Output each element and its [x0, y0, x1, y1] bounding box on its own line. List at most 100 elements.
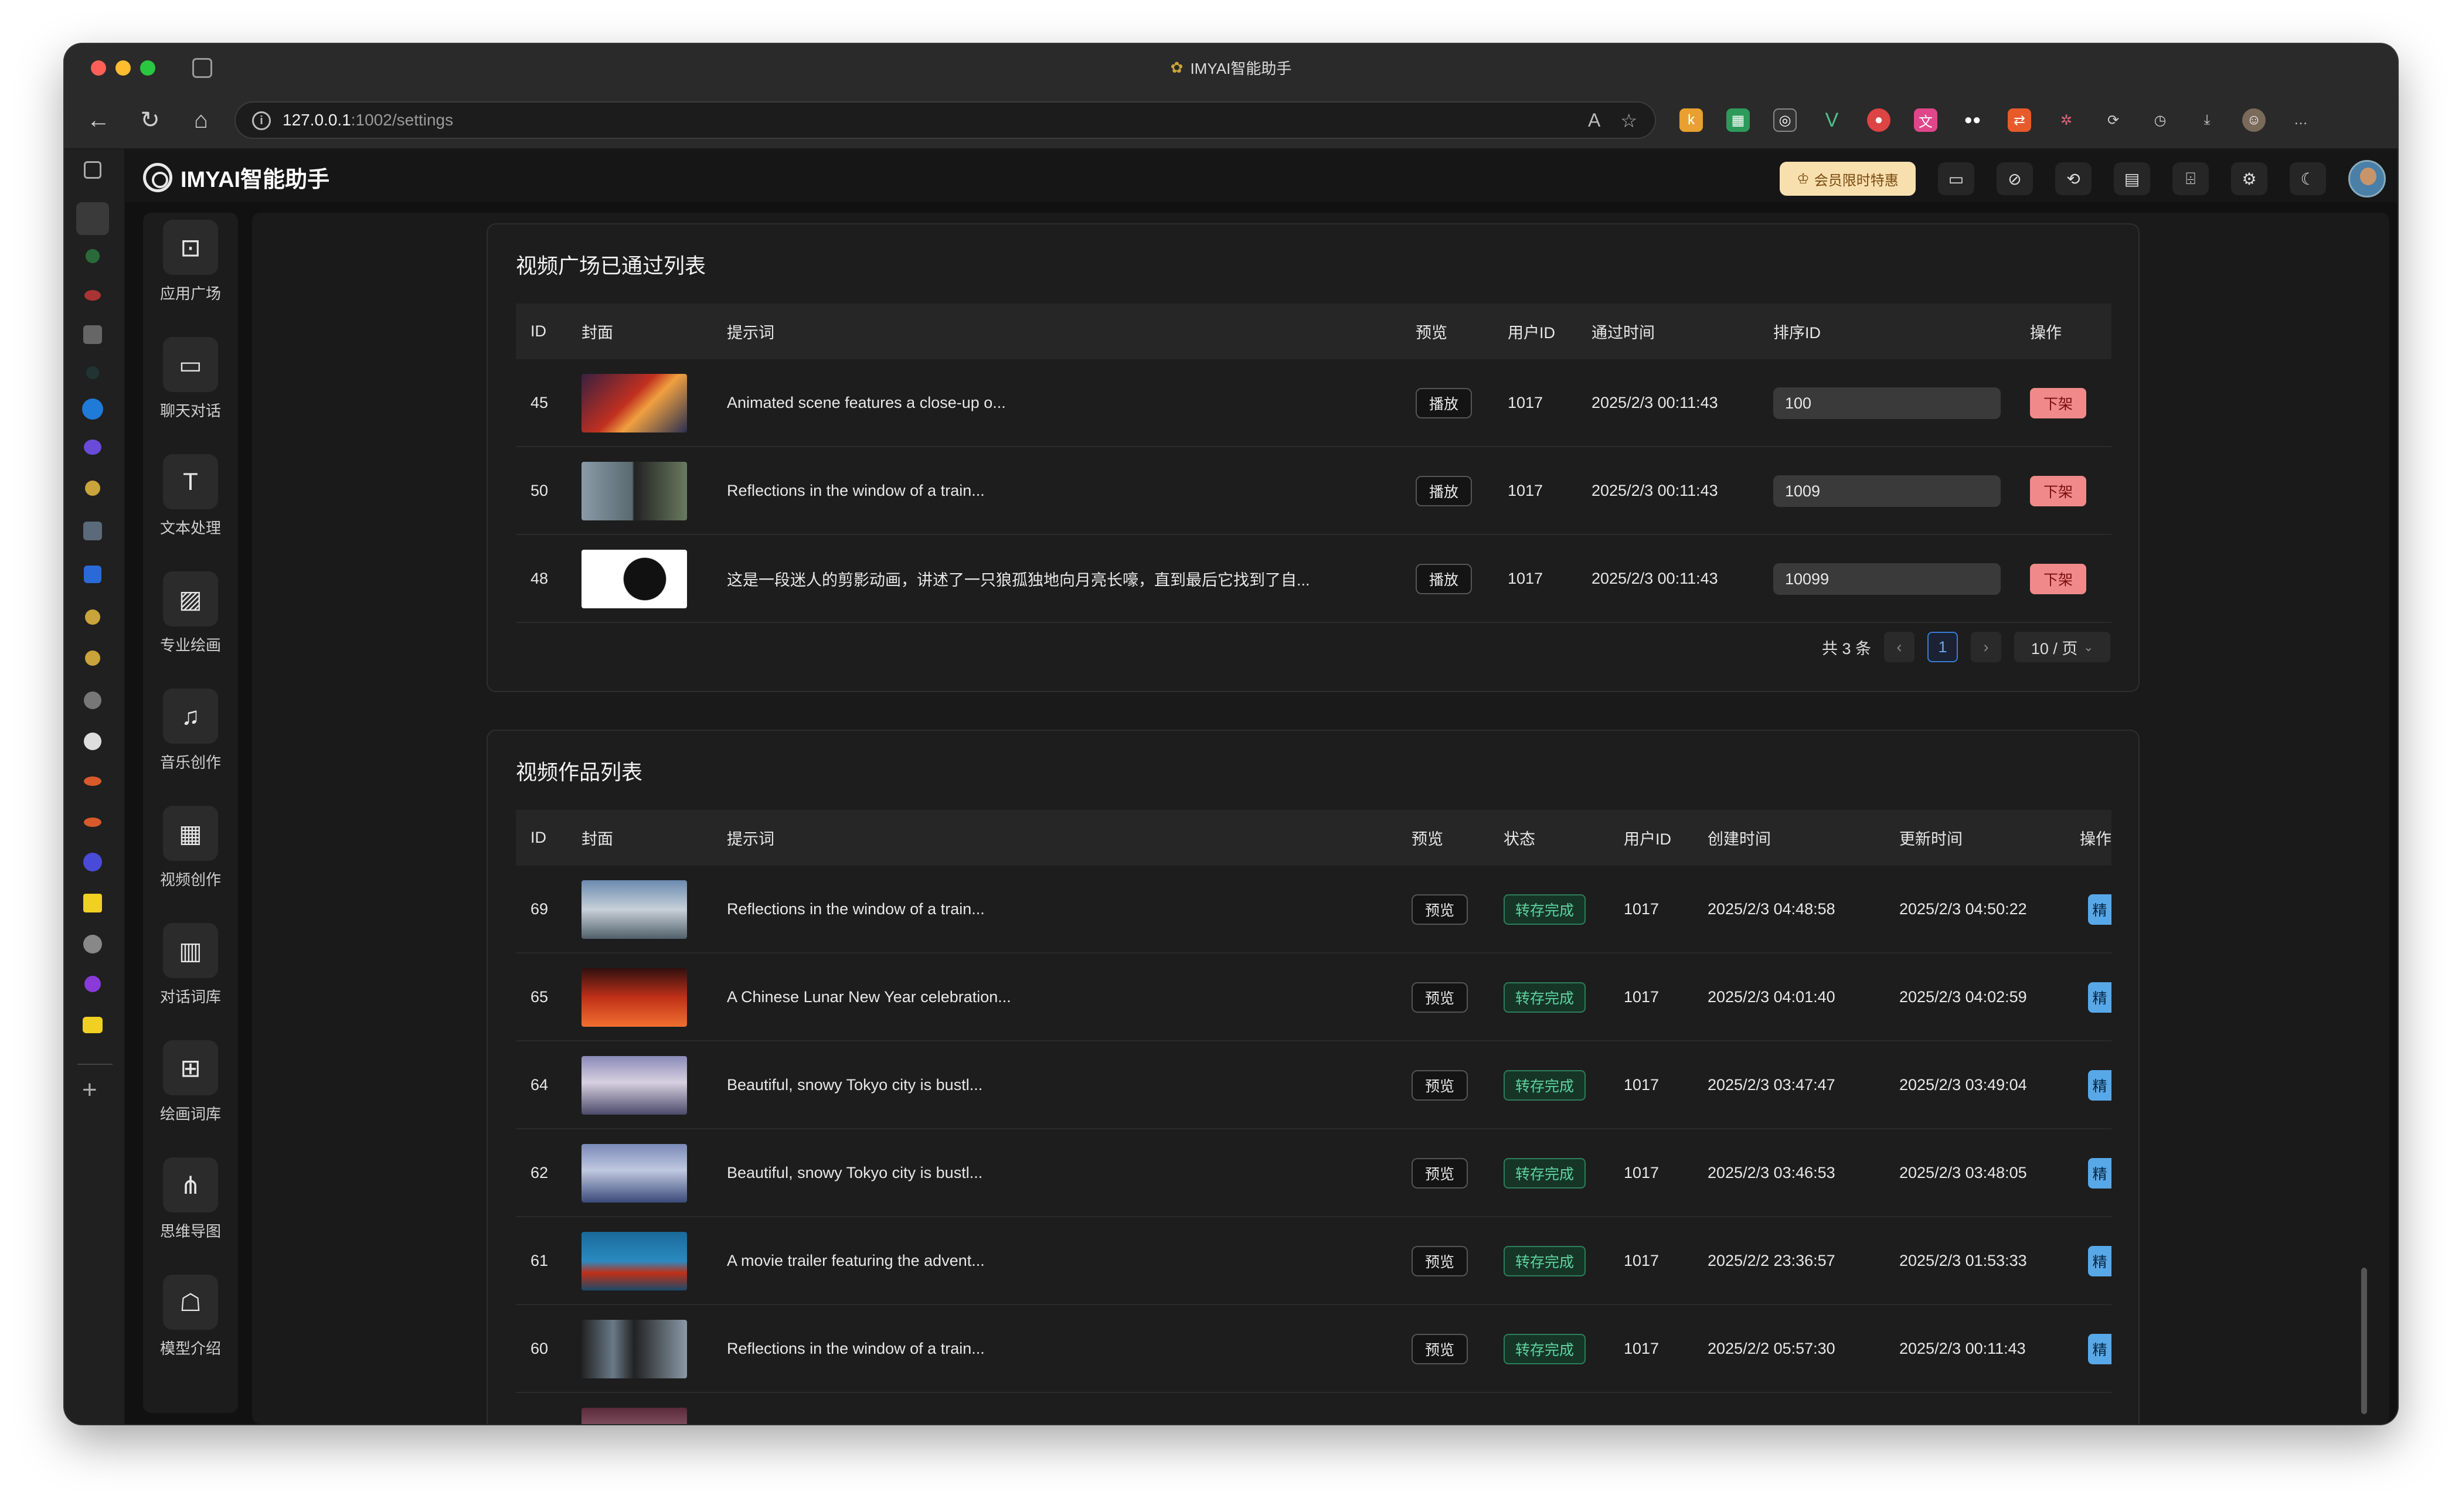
sidebar-app-icon[interactable] — [84, 777, 101, 786]
sidebar-app-icon[interactable] — [83, 853, 102, 871]
preview-button[interactable]: 预览 — [1412, 1158, 1468, 1189]
nav-item[interactable]: ▨ 专业绘画 — [143, 571, 238, 665]
video-cover-thumbnail[interactable] — [582, 968, 687, 1027]
unpublish-button[interactable]: 下架 — [2030, 564, 2086, 594]
sidebar-app-icon[interactable] — [82, 399, 103, 420]
reload-icon[interactable]: ↻ — [134, 104, 166, 137]
sidebar-app-icon[interactable] — [85, 481, 100, 496]
sidebar-app-icon[interactable] — [83, 935, 102, 953]
address-bar[interactable]: i 127.0.0.1:1002/settings A ☆ — [234, 101, 1656, 139]
clipboard-icon[interactable]: ▤ — [2114, 162, 2150, 195]
video-cover-thumbnail[interactable] — [582, 880, 687, 939]
next-page-button[interactable]: › — [1971, 632, 2001, 662]
video-cover-thumbnail[interactable] — [582, 550, 687, 608]
history-icon[interactable]: ◷ — [2148, 108, 2172, 132]
sidebar-active-app-icon[interactable] — [76, 202, 109, 235]
extension-chrome-icon[interactable]: ● — [1867, 108, 1890, 132]
sidebar-app-icon[interactable] — [84, 440, 101, 455]
play-button[interactable]: 播放 — [1416, 476, 1472, 506]
video-cover-thumbnail[interactable] — [582, 1232, 687, 1290]
home-icon[interactable]: ⌂ — [185, 104, 217, 137]
extensions-icon[interactable]: ⟳ — [2101, 108, 2125, 132]
sidebar-toggle-icon[interactable] — [84, 161, 101, 179]
site-info-icon[interactable]: i — [252, 111, 271, 130]
favorite-star-icon[interactable]: ☆ — [1620, 110, 1637, 132]
preview-button[interactable]: 预览 — [1412, 1070, 1468, 1101]
settings-icon[interactable]: ⚙ — [2231, 162, 2267, 195]
extension-puzzle-icon[interactable]: ✲ — [2055, 108, 2078, 132]
nav-item[interactable]: ▥ 对话词库 — [143, 923, 238, 1017]
sort-id-input[interactable]: 1009 — [1773, 475, 2001, 507]
play-button[interactable]: 播放 — [1416, 564, 1472, 594]
nav-item[interactable]: ♫ 音乐创作 — [143, 689, 238, 782]
nav-item[interactable]: ▭ 聊天对话 — [143, 337, 238, 431]
maximize-window-button[interactable] — [140, 60, 155, 76]
video-cover-thumbnail[interactable] — [582, 1056, 687, 1115]
sidebar-app-icon[interactable] — [86, 366, 99, 379]
feature-button[interactable]: 精 — [2088, 1246, 2111, 1276]
nav-item[interactable]: ⊡ 应用广场 — [143, 220, 238, 314]
sidebar-app-icon[interactable] — [86, 249, 100, 263]
link-icon[interactable]: ⊘ — [1997, 162, 2033, 195]
extension-glasses-icon[interactable]: ◎ — [1773, 108, 1797, 132]
profile-avatar-icon[interactable]: ☺ — [2242, 108, 2266, 132]
video-cover-thumbnail[interactable] — [582, 1144, 687, 1203]
add-icon[interactable]: + — [82, 1075, 97, 1105]
tab-actions-icon[interactable] — [192, 58, 212, 78]
sidebar-app-icon[interactable] — [83, 894, 102, 912]
sidebar-app-icon[interactable] — [83, 522, 102, 540]
feature-button[interactable]: 精 — [2088, 894, 2111, 925]
play-button[interactable]: 播放 — [1416, 388, 1472, 418]
sort-id-input[interactable]: 100 — [1773, 387, 2001, 419]
video-cover-thumbnail[interactable] — [582, 374, 687, 433]
more-menu-icon[interactable]: … — [2289, 108, 2313, 132]
screen-icon[interactable]: ▭ — [1938, 162, 1974, 195]
nav-item[interactable]: T 文本处理 — [143, 454, 238, 548]
feature-button[interactable]: 精 — [2088, 1334, 2111, 1364]
sync-icon[interactable]: ⟲ — [2055, 162, 2092, 195]
sidebar-app-icon[interactable] — [85, 651, 100, 666]
app-logo[interactable]: IMYAI智能助手 — [143, 161, 329, 193]
sidebar-app-icon[interactable] — [84, 692, 101, 709]
preview-button[interactable]: 预览 — [1412, 894, 1468, 925]
sidebar-app-icon[interactable] — [84, 976, 101, 992]
prev-page-button[interactable]: ‹ — [1884, 632, 1914, 662]
vip-promo-button[interactable]: ♔ 会员限时特惠 — [1780, 162, 1916, 196]
extension-medium-icon[interactable]: ●● — [1961, 108, 1984, 132]
sidebar-app-icon[interactable] — [83, 325, 102, 344]
extension-k-icon[interactable]: k — [1679, 108, 1703, 132]
nav-item[interactable]: ☖ 模型介绍 — [143, 1275, 238, 1368]
scrollbar[interactable] — [2361, 1268, 2367, 1414]
feature-button[interactable]: 精 — [2088, 1070, 2111, 1101]
preview-button[interactable]: 预览 — [1412, 1334, 1468, 1364]
nav-item[interactable]: ⊞ 绘画词库 — [143, 1040, 238, 1134]
sidebar-app-icon[interactable] — [84, 566, 101, 583]
preview-button[interactable]: 预览 — [1412, 982, 1468, 1013]
github-icon[interactable] — [84, 733, 101, 750]
extension-vue-icon[interactable]: V — [1820, 108, 1844, 132]
close-window-button[interactable] — [91, 60, 106, 76]
sidebar-app-icon[interactable] — [85, 609, 100, 625]
sidebar-app-icon[interactable] — [84, 818, 101, 827]
nav-item[interactable]: ⋔ 思维导图 — [143, 1157, 238, 1251]
video-cover-thumbnail[interactable] — [582, 1408, 687, 1424]
user-avatar[interactable] — [2348, 160, 2386, 197]
unpublish-button[interactable]: 下架 — [2030, 476, 2086, 506]
extension-grid-icon[interactable]: ▦ — [1726, 108, 1750, 132]
video-cover-thumbnail[interactable] — [582, 1320, 687, 1378]
back-icon[interactable]: ← — [82, 104, 115, 137]
feature-button[interactable]: 精 — [2088, 1158, 2111, 1189]
gift-icon[interactable]: ⌹ — [2172, 162, 2209, 195]
dark-mode-icon[interactable]: ☾ — [2290, 162, 2326, 195]
download-icon[interactable]: ⤓ — [2195, 108, 2219, 132]
feature-button[interactable]: 精 — [2088, 982, 2111, 1013]
sidebar-app-icon[interactable] — [84, 290, 101, 301]
page-size-select[interactable]: 10 / 页 ⌄ — [2014, 632, 2110, 662]
video-cover-thumbnail[interactable] — [582, 462, 687, 520]
sidebar-app-icon[interactable] — [83, 1017, 103, 1033]
preview-button[interactable]: 预览 — [1412, 1246, 1468, 1276]
extension-translate-icon[interactable]: 文 — [1914, 108, 1937, 132]
minimize-window-button[interactable] — [115, 60, 131, 76]
nav-item[interactable]: ▦ 视频创作 — [143, 806, 238, 900]
read-aloud-icon[interactable]: A — [1588, 110, 1600, 132]
